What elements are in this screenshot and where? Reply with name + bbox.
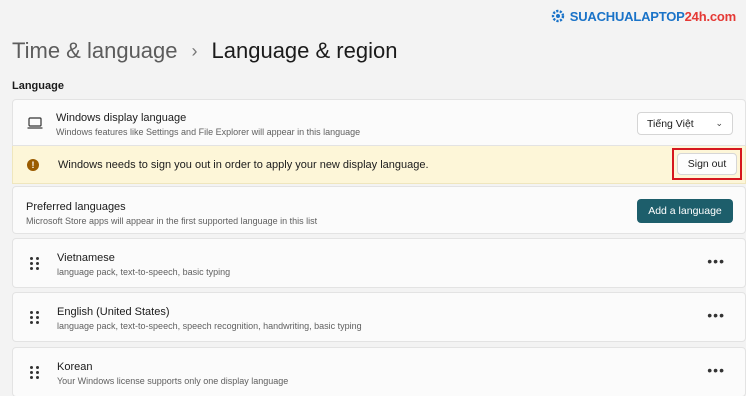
watermark-text: SUACHUALAPTOP24h.com bbox=[569, 8, 736, 24]
more-options-icon[interactable]: ••• bbox=[707, 308, 725, 322]
breadcrumb: Time & language › Language & region bbox=[12, 38, 397, 64]
sign-out-warning-bar: ! Windows needs to sign you out in order… bbox=[12, 146, 746, 184]
sign-out-button[interactable]: Sign out bbox=[677, 153, 737, 175]
page-title: Language & region bbox=[211, 38, 398, 63]
preferred-languages-title: Preferred languages bbox=[26, 201, 126, 213]
warning-message: Windows needs to sign you out in order t… bbox=[58, 159, 429, 171]
section-heading-language: Language bbox=[12, 80, 64, 92]
watermark-logo: SUACHUALAPTOP24h.com bbox=[550, 8, 736, 24]
more-options-icon[interactable]: ••• bbox=[707, 254, 725, 268]
display-language-dropdown[interactable]: Tiếng Việt ⌄ bbox=[637, 112, 733, 135]
more-options-icon[interactable]: ••• bbox=[707, 363, 725, 377]
language-detail: language pack, text-to-speech, basic typ… bbox=[57, 267, 231, 277]
drag-handle-icon[interactable] bbox=[30, 257, 39, 270]
sign-out-highlight-box: Sign out bbox=[672, 148, 742, 180]
language-detail: Your Windows license supports only one d… bbox=[57, 376, 289, 386]
language-detail: language pack, text-to-speech, speech re… bbox=[57, 321, 362, 331]
laptop-icon bbox=[27, 117, 43, 129]
language-name: English (United States) bbox=[57, 306, 170, 318]
display-language-selected: Tiếng Việt bbox=[647, 117, 694, 130]
drag-handle-icon[interactable] bbox=[30, 311, 39, 324]
language-row-vietnamese[interactable]: Vietnamese language pack, text-to-speech… bbox=[12, 238, 746, 288]
display-language-card: Windows display language Windows feature… bbox=[12, 99, 746, 146]
drag-handle-icon[interactable] bbox=[30, 366, 39, 379]
gear-logo-icon bbox=[551, 9, 564, 23]
preferred-languages-card: Preferred languages Microsoft Store apps… bbox=[12, 186, 746, 234]
breadcrumb-separator: › bbox=[191, 40, 198, 61]
language-row-korean[interactable]: Korean Your Windows license supports onl… bbox=[12, 347, 746, 396]
preferred-languages-subtitle: Microsoft Store apps will appear in the … bbox=[26, 216, 318, 226]
display-language-subtitle: Windows features like Settings and File … bbox=[56, 127, 361, 137]
breadcrumb-parent-link[interactable]: Time & language bbox=[12, 38, 178, 64]
add-language-button[interactable]: Add a language bbox=[637, 199, 733, 223]
language-name: Vietnamese bbox=[57, 252, 115, 264]
chevron-down-icon: ⌄ bbox=[715, 118, 723, 128]
language-name: Korean bbox=[57, 361, 93, 373]
display-language-title: Windows display language bbox=[56, 112, 187, 124]
info-icon: ! bbox=[27, 159, 39, 171]
language-row-english-us[interactable]: English (United States) language pack, t… bbox=[12, 292, 746, 342]
